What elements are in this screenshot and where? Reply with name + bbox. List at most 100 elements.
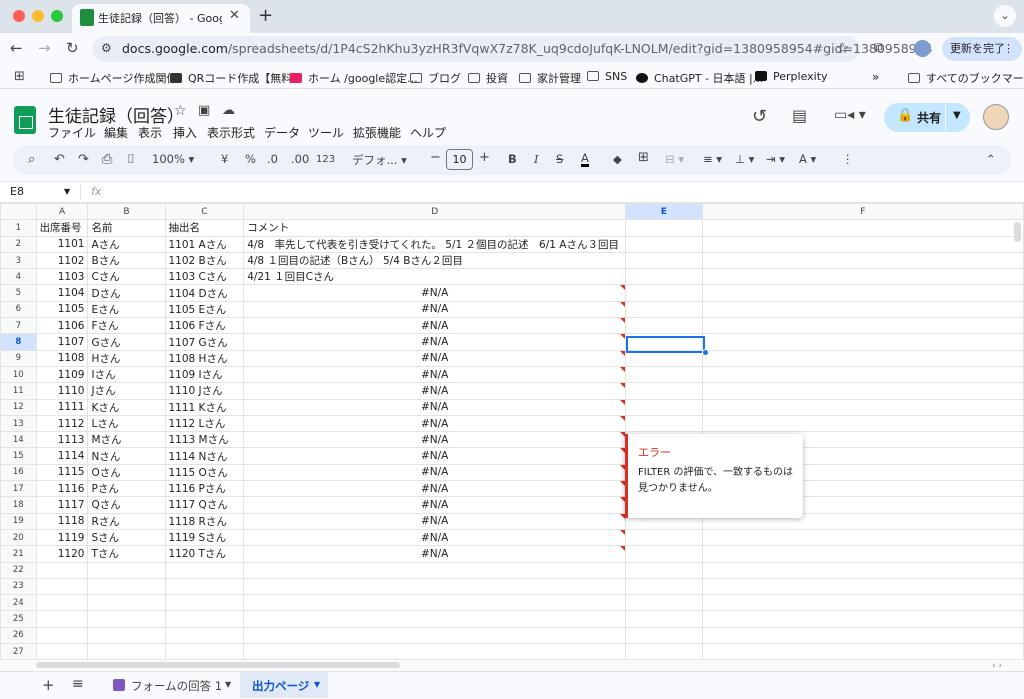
fill-handle[interactable] xyxy=(702,349,709,356)
paint-format-icon[interactable]: ⌷ xyxy=(127,152,135,167)
column-header-d[interactable]: D xyxy=(243,203,627,221)
cell-a[interactable]: 1106 xyxy=(35,317,89,335)
cell-e[interactable] xyxy=(625,284,703,302)
cell-f[interactable] xyxy=(701,300,1024,319)
horizontal-align-icon[interactable]: ≡ ▾ xyxy=(703,152,722,166)
text-wrapping-icon[interactable]: ⇥ ▾ xyxy=(766,152,785,166)
cell-c[interactable]: 1119 Sさん xyxy=(164,528,245,547)
row-header[interactable]: 12 xyxy=(0,398,37,416)
cell-e[interactable] xyxy=(625,594,703,612)
row-header[interactable]: 15 xyxy=(0,447,37,465)
cell-c[interactable]: 1112 Lさん xyxy=(164,414,245,433)
bookmark-folder[interactable]: 投資 xyxy=(468,70,508,86)
cell-c[interactable] xyxy=(164,610,245,628)
cell-c[interactable] xyxy=(164,561,245,579)
menu-edit[interactable]: 編集 xyxy=(104,124,128,141)
borders-icon[interactable]: ⊞ xyxy=(638,150,649,165)
cell-f[interactable] xyxy=(701,577,1024,596)
cell-d[interactable]: #N/A xyxy=(243,480,627,498)
cell-f[interactable] xyxy=(701,219,1024,237)
row-header[interactable]: 18 xyxy=(0,496,37,514)
row-header[interactable]: 25 xyxy=(0,610,37,628)
cell-b[interactable] xyxy=(87,561,166,579)
bookmark-star-icon[interactable]: ☆ xyxy=(836,39,849,57)
cell-a[interactable]: 1108 xyxy=(35,349,89,367)
cell-c[interactable]: 1101 Aさん xyxy=(164,235,245,253)
bookmark-link[interactable]: ChatGPT - 日本語 |... xyxy=(636,70,763,86)
cell-d[interactable] xyxy=(243,643,627,661)
cell-e[interactable] xyxy=(625,528,703,547)
back-arrow-icon[interactable]: ← xyxy=(10,39,23,57)
cell-d[interactable]: #N/A xyxy=(243,382,627,400)
meet-video-icon[interactable]: ▭◂ ▾ xyxy=(834,107,866,123)
cell-c[interactable]: 1111 Kさん xyxy=(164,398,245,416)
text-color-icon[interactable]: A xyxy=(581,152,589,167)
row-header[interactable]: 19 xyxy=(0,512,37,530)
cell-b[interactable]: Nさん xyxy=(87,447,166,465)
cell-f[interactable] xyxy=(701,317,1024,335)
all-bookmarks-folder[interactable]: すべてのブックマーク xyxy=(908,70,1024,86)
cell-d[interactable]: #N/A xyxy=(243,528,627,547)
cell-b[interactable] xyxy=(87,643,166,661)
merge-cells-icon[interactable]: ⊟ ▾ xyxy=(665,152,684,166)
text-rotation-icon[interactable]: A ▾ xyxy=(799,152,816,166)
name-box[interactable]: E8 ▼ xyxy=(10,185,70,198)
update-button[interactable]: 更新を完了 ⋮ xyxy=(942,37,1022,61)
cell-d[interactable]: #N/A xyxy=(243,284,627,302)
cell-b[interactable]: 名前 xyxy=(87,219,166,237)
cell-b[interactable]: Pさん xyxy=(87,480,166,498)
row-header[interactable]: 17 xyxy=(0,480,37,498)
apps-grid-icon[interactable]: ⊞ xyxy=(14,69,25,84)
redo-icon[interactable]: ↷ xyxy=(78,152,89,167)
cell-b[interactable]: Cさん xyxy=(87,268,166,286)
cell-d[interactable]: #N/A xyxy=(243,300,627,319)
url-text[interactable]: docs.google.com/spreadsheets/d/1P4cS2hKh… xyxy=(122,41,933,56)
cell-b[interactable]: Hさん xyxy=(87,349,166,367)
column-header-e[interactable]: E xyxy=(625,203,703,221)
cell-c[interactable]: 1113 Mさん xyxy=(164,431,245,449)
cell-f[interactable] xyxy=(701,349,1024,367)
cell-a[interactable]: 1103 xyxy=(35,268,89,286)
row-header[interactable]: 2 xyxy=(0,235,37,253)
cell-d[interactable] xyxy=(243,610,627,628)
cell-b[interactable]: Fさん xyxy=(87,317,166,335)
cell-b[interactable]: Rさん xyxy=(87,512,166,530)
version-history-icon[interactable]: ↺ xyxy=(752,106,767,127)
cell-a[interactable] xyxy=(35,643,89,661)
star-icon[interactable]: ☆ xyxy=(174,103,187,119)
sheet-tab-dropdown-icon[interactable]: ▼ xyxy=(225,680,231,689)
cell-a[interactable]: 1119 xyxy=(35,528,89,547)
cell-c[interactable]: 1107 Gさん xyxy=(164,333,245,351)
extensions-puzzle-icon[interactable]: ⧉ xyxy=(874,40,884,56)
sheets-logo-icon[interactable] xyxy=(14,106,36,134)
selected-cell-e8[interactable] xyxy=(626,336,705,353)
cell-d[interactable]: #N/A xyxy=(243,545,627,563)
cell-e[interactable] xyxy=(625,300,703,319)
sheet-tab-output[interactable]: 出力ページ ▼ xyxy=(240,672,328,698)
cell-b[interactable]: Jさん xyxy=(87,382,166,400)
row-header[interactable]: 1 xyxy=(0,219,37,237)
cell-f[interactable] xyxy=(701,365,1024,384)
move-folder-icon[interactable]: ▣ xyxy=(198,103,210,118)
cell-f[interactable] xyxy=(701,626,1024,645)
sheet-tab-form-responses[interactable]: フォームの回答 1 ▼ xyxy=(103,672,236,698)
cell-b[interactable]: Tさん xyxy=(87,545,166,563)
cell-c[interactable]: 1105 Eさん xyxy=(164,300,245,319)
row-header[interactable]: 24 xyxy=(0,594,37,612)
cell-c[interactable]: 1114 Nさん xyxy=(164,447,245,465)
cell-f[interactable] xyxy=(701,545,1024,563)
row-header[interactable]: 11 xyxy=(0,382,37,400)
row-header[interactable]: 7 xyxy=(0,317,37,335)
cell-f[interactable] xyxy=(701,382,1024,400)
cell-c[interactable]: 1108 Hさん xyxy=(164,349,245,367)
menu-format[interactable]: 表示形式 xyxy=(207,124,255,141)
cell-f[interactable] xyxy=(701,235,1024,253)
row-header[interactable]: 16 xyxy=(0,463,37,482)
user-avatar[interactable] xyxy=(983,104,1009,130)
cell-e[interactable] xyxy=(625,610,703,628)
cell-f[interactable] xyxy=(701,594,1024,612)
cell-a[interactable]: 1113 xyxy=(35,431,89,449)
cell-e[interactable] xyxy=(625,398,703,416)
cell-f[interactable] xyxy=(701,643,1024,661)
cell-a[interactable] xyxy=(35,594,89,612)
